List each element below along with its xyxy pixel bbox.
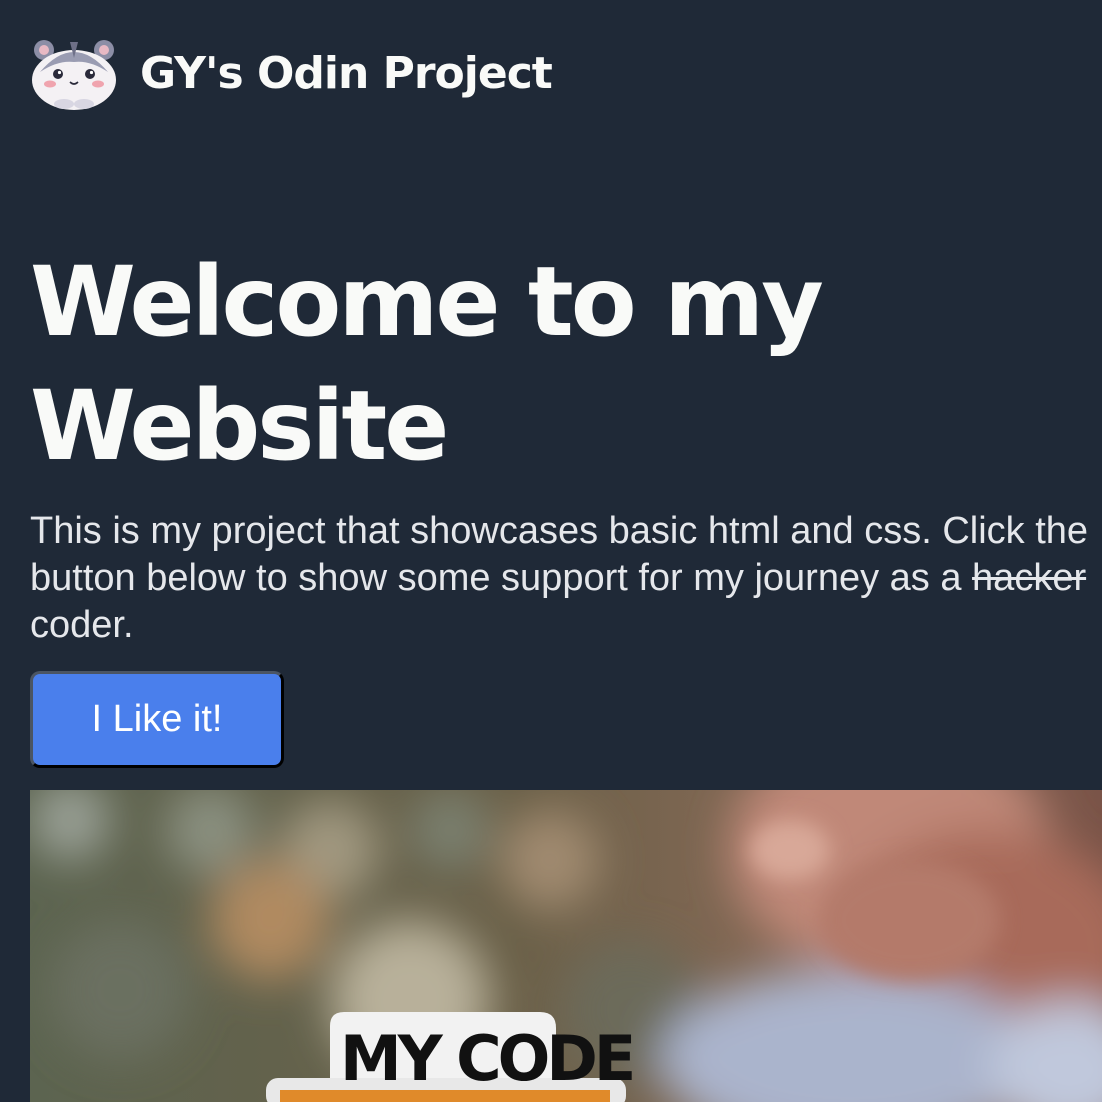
hero-text-intro: This is my project that showcases basic … (30, 510, 1089, 599)
site-title: GY's Odin Project (140, 47, 553, 99)
struck-word: hacker (972, 557, 1087, 599)
header: GY's Odin Project (30, 36, 553, 110)
hamster-icon[interactable] (30, 36, 118, 110)
hero-title: Welcome to my Website (30, 246, 824, 482)
like-button[interactable]: I Like it! (30, 671, 284, 768)
hero-text-end: coder. (30, 604, 134, 646)
hero-image: MY CODE (30, 790, 1102, 1102)
sticker-text: MY CODE (340, 1022, 632, 1095)
page: GY's Odin Project Welcome to my Website … (0, 0, 1102, 1102)
hero-text: This is my project that showcases basic … (30, 508, 1090, 649)
